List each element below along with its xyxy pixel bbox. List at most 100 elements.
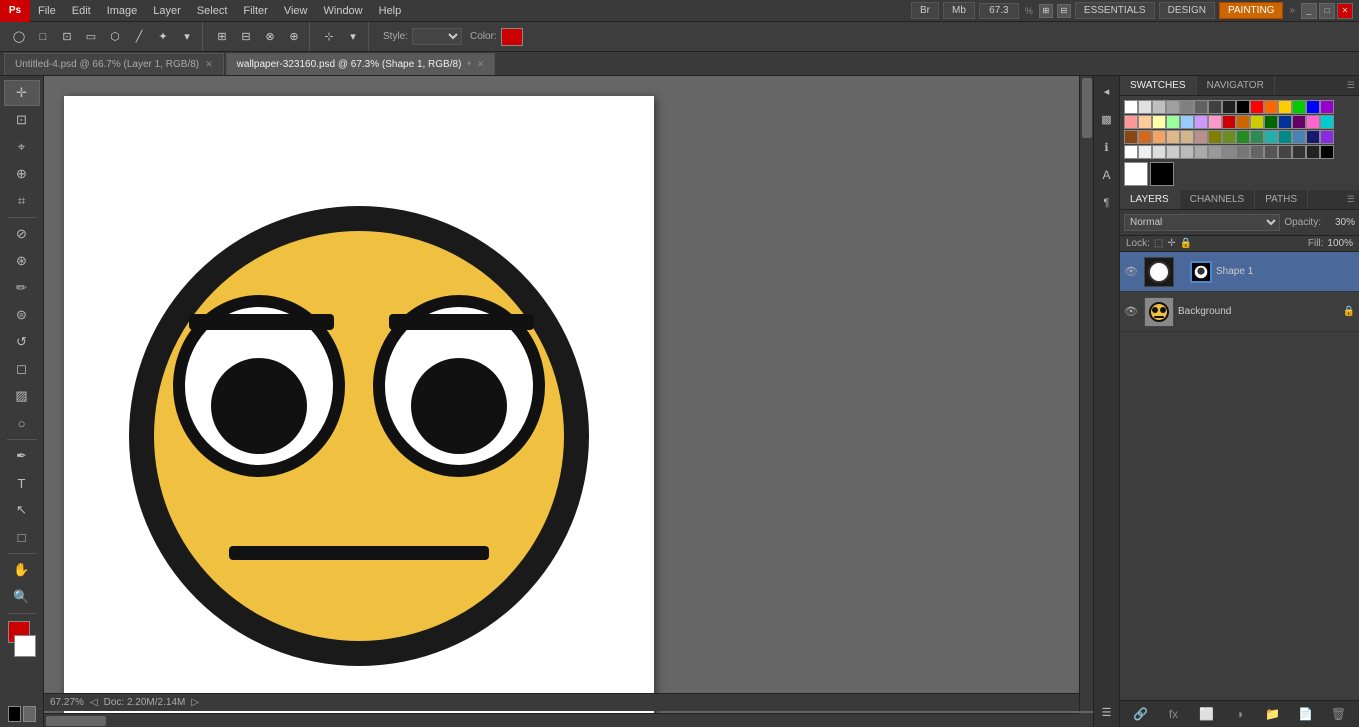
path-sub[interactable]: ⊟ [235, 26, 257, 48]
blend-mode-select[interactable]: Normal Multiply Screen Overlay [1124, 214, 1280, 231]
shape-options[interactable]: ▾ [176, 26, 198, 48]
polygon-tool[interactable]: ⬡ [104, 26, 126, 48]
tab-layers[interactable]: LAYERS [1120, 190, 1180, 209]
panel-menu-btn[interactable]: ☰ [1343, 76, 1359, 95]
swatch-lightseagreen[interactable] [1264, 130, 1278, 144]
lock-pixels-icon[interactable]: ⬚ [1154, 238, 1163, 249]
swatch-navy[interactable] [1278, 115, 1292, 129]
transform-options[interactable]: ▾ [342, 26, 364, 48]
mini-button[interactable]: Mb [943, 2, 975, 19]
brush-tool[interactable]: ✏ [4, 275, 40, 301]
new-layer-btn[interactable]: 📄 [1296, 705, 1316, 723]
menu-view[interactable]: View [276, 0, 316, 21]
lock-all-icon[interactable]: 🔒 [1180, 238, 1192, 249]
line-tool[interactable]: ╱ [128, 26, 150, 48]
swatch-w12[interactable] [1278, 145, 1292, 159]
actions-panel-icon[interactable]: ☰ [1096, 701, 1118, 723]
swatch-gray3[interactable] [1194, 100, 1208, 114]
style-dropdown[interactable] [412, 28, 462, 45]
vertical-scroll-thumb[interactable] [1082, 78, 1092, 138]
link-layers-btn[interactable]: 🔗 [1131, 705, 1151, 723]
swatch-w15[interactable] [1320, 145, 1334, 159]
swatch-hotpink[interactable] [1306, 115, 1320, 129]
tab-wallpaper-close[interactable]: ✕ [477, 59, 485, 70]
swatch-blue[interactable] [1306, 100, 1320, 114]
painting-button[interactable]: PAINTING [1219, 2, 1283, 19]
swatch-gray2[interactable] [1180, 100, 1194, 114]
add-style-btn[interactable]: fx [1164, 705, 1184, 723]
swatch-pink[interactable] [1208, 115, 1222, 129]
lock-position-icon[interactable]: ✛ [1167, 238, 1175, 249]
swatch-w14[interactable] [1306, 145, 1320, 159]
swatch-orange[interactable] [1264, 100, 1278, 114]
swatch-chocolate[interactable] [1138, 130, 1152, 144]
zoom-stepper-left[interactable]: ◁ [90, 697, 98, 708]
tab-wallpaper[interactable]: wallpaper-323160.psd @ 67.3% (Shape 1, R… [226, 53, 496, 75]
path-select-tool[interactable]: ↖ [4, 497, 40, 523]
swatch-w7[interactable] [1208, 145, 1222, 159]
swatch-w9[interactable] [1236, 145, 1250, 159]
swatch-black[interactable] [1236, 100, 1250, 114]
design-button[interactable]: DESIGN [1159, 2, 1215, 19]
swatch-brown[interactable] [1236, 115, 1250, 129]
transform-tool[interactable]: ⊹ [318, 26, 340, 48]
essentials-button[interactable]: ESSENTIALS [1075, 2, 1155, 19]
path-inter[interactable]: ⊗ [259, 26, 281, 48]
standard-mode-btn[interactable] [8, 706, 21, 722]
close-button[interactable]: ✕ [1337, 3, 1353, 19]
swatch-midnightblue[interactable] [1306, 130, 1320, 144]
delete-layer-btn[interactable]: 🗑 [1329, 705, 1349, 723]
eraser-tool[interactable]: ◻ [4, 356, 40, 382]
swatch-lightyellow[interactable] [1152, 115, 1166, 129]
arrange-icon[interactable]: ⊟ [1057, 4, 1071, 18]
select-tool[interactable]: ⊡ [56, 26, 78, 48]
swatch-forestgreen[interactable] [1236, 130, 1250, 144]
crop-tool[interactable]: ⌗ [4, 188, 40, 214]
quick-select-tool[interactable]: ⊕ [4, 161, 40, 187]
ellipse-tool[interactable]: ◯ [8, 26, 30, 48]
add-mask-btn[interactable]: ⬜ [1197, 705, 1217, 723]
swatch-w5[interactable] [1180, 145, 1194, 159]
menu-file[interactable]: File [30, 0, 64, 21]
zoom-tool[interactable]: 🔍 [4, 584, 40, 610]
menu-select[interactable]: Select [189, 0, 236, 21]
swatch-darkred[interactable] [1222, 115, 1236, 129]
swatch-saddlebrown[interactable] [1124, 130, 1138, 144]
swatch-burlywood[interactable] [1166, 130, 1180, 144]
horizontal-scrollbar[interactable] [44, 713, 1079, 727]
path-excl[interactable]: ⊕ [283, 26, 305, 48]
hand-tool[interactable]: ✋ [4, 557, 40, 583]
layout-icon[interactable]: ⊞ [1039, 4, 1053, 18]
swatch-fg-white[interactable] [1124, 162, 1148, 186]
swatch-w10[interactable] [1250, 145, 1264, 159]
swatch-darkcyan[interactable] [1278, 130, 1292, 144]
swatch-lavender[interactable] [1194, 115, 1208, 129]
swatch-seagreen[interactable] [1250, 130, 1264, 144]
swatch-w3[interactable] [1152, 145, 1166, 159]
minimize-button[interactable]: _ [1301, 3, 1317, 19]
tab-untitled-close[interactable]: ✕ [205, 59, 213, 70]
swatch-darkgray[interactable] [1222, 100, 1236, 114]
swatch-green[interactable] [1292, 100, 1306, 114]
path-add[interactable]: ⊞ [211, 26, 233, 48]
tab-untitled[interactable]: Untitled-4.psd @ 66.7% (Layer 1, RGB/8) … [4, 53, 224, 75]
swatch-w4[interactable] [1166, 145, 1180, 159]
color-swatch[interactable] [501, 28, 523, 46]
swatch-gray4[interactable] [1208, 100, 1222, 114]
swatch-olive2[interactable] [1208, 130, 1222, 144]
info-panel-icon[interactable]: ℹ [1096, 136, 1118, 158]
shape-tool[interactable]: □ [4, 524, 40, 550]
clone-tool[interactable]: ⊜ [4, 302, 40, 328]
more-workspaces-icon[interactable]: » [1287, 5, 1297, 16]
layer-background[interactable]: 👁 Background 🔒 [1120, 292, 1359, 332]
horizontal-scroll-thumb[interactable] [46, 716, 106, 726]
pen-tool[interactable]: ✒ [4, 443, 40, 469]
swatch-fg-black[interactable] [1150, 162, 1174, 186]
move-tool[interactable]: ✛ [4, 80, 40, 106]
menu-window[interactable]: Window [316, 0, 371, 21]
swatch-white[interactable] [1124, 100, 1138, 114]
swatch-silver[interactable] [1152, 100, 1166, 114]
swatch-sandybrown[interactable] [1152, 130, 1166, 144]
menu-image[interactable]: Image [99, 0, 146, 21]
menu-help[interactable]: Help [371, 0, 410, 21]
